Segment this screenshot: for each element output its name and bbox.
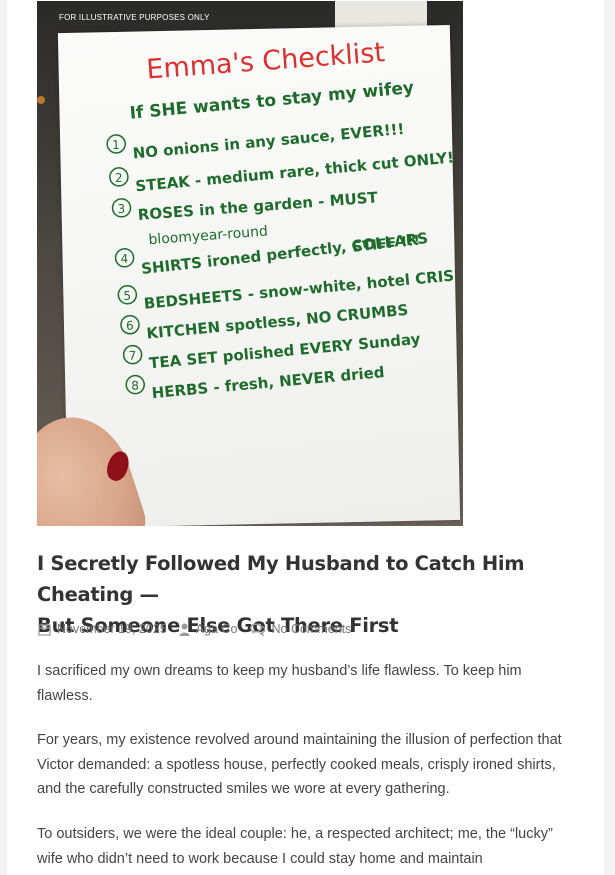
post-author[interactable]: Aga Co [179, 622, 238, 636]
checklist-number: 5 [123, 289, 131, 303]
page: FOR ILLUSTRATIVE PURPOSES ONLY Emma's Ch… [7, 0, 604, 875]
post-comments-link[interactable]: No Comments [249, 622, 352, 636]
article-paragraph: To outsiders, we were the ideal couple: … [37, 825, 553, 867]
post-meta: November 19, 2025 Aga Co No Comments [38, 622, 363, 636]
article-body: I sacrificed my own dreams to keep my hu… [37, 659, 577, 875]
checklist-number: 7 [128, 349, 136, 363]
checklist-number: 8 [131, 379, 139, 393]
post-date-text: November 19, 2025 [57, 622, 167, 636]
post-author-text: Aga Co [195, 622, 238, 636]
user-icon [179, 623, 190, 636]
article-paragraph: For years, my existence revolved around … [37, 732, 562, 798]
article-paragraph: I sacrificed my own dreams to keep my hu… [37, 663, 522, 704]
checklist-number: 6 [126, 319, 134, 333]
comments-icon [249, 623, 265, 636]
checklist-number: 1 [112, 138, 120, 152]
checklist-number: 3 [117, 202, 125, 216]
checklist-item: bloomyear-round [148, 224, 268, 249]
checklist-heading: Emma's Checklist [145, 37, 386, 85]
background-light [37, 96, 45, 104]
post-title-line: I Secretly Followed My Husband to Catch … [37, 552, 525, 606]
post-date[interactable]: November 19, 2025 [38, 622, 167, 636]
featured-image[interactable]: FOR ILLUSTRATIVE PURPOSES ONLY Emma's Ch… [37, 1, 463, 526]
post-comments-text: No Comments [271, 622, 352, 636]
checklist-number: 2 [115, 171, 123, 185]
checklist-number: 4 [120, 252, 128, 266]
checklist-subheading: If SHE wants to stay my wifey [129, 78, 415, 124]
checklist-item: ROSES in the garden - MUST [137, 188, 379, 224]
calendar-icon [38, 623, 51, 636]
image-watermark: FOR ILLUSTRATIVE PURPOSES ONLY [59, 13, 210, 22]
